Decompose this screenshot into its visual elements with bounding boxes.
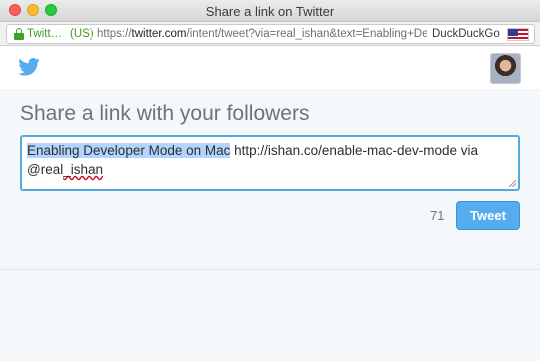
url-text[interactable]: https://twitter.com/intent/tweet?via=rea… — [97, 25, 427, 43]
selected-text: Enabling Developer Mode on Mac — [27, 143, 231, 158]
lock-icon — [14, 28, 24, 40]
share-panel: Share a link with your followers Enablin… — [0, 92, 540, 269]
url-field[interactable]: Twitt… (US) https://twitter.com/intent/t… — [6, 24, 535, 44]
twitter-header — [0, 46, 540, 91]
footer-area — [0, 269, 540, 361]
title-bar: Share a link on Twitter — [0, 0, 540, 22]
us-flag-icon[interactable] — [507, 28, 529, 41]
twitter-bird-icon[interactable] — [18, 58, 40, 76]
character-counter: 71 — [430, 208, 445, 223]
tweet-text-rest: http://ishan.co/enable-mac-dev-mode via — [230, 143, 479, 158]
tweet-button[interactable]: Tweet — [456, 201, 520, 230]
search-engine-label[interactable]: DuckDuckGo — [432, 25, 500, 43]
site-identity-label[interactable]: Twitt… — [27, 25, 62, 43]
browser-window: Share a link on Twitter Twitt… (US) http… — [0, 0, 540, 361]
user-avatar[interactable] — [490, 53, 521, 84]
misspelled-mention: _ishan — [63, 162, 104, 177]
resize-handle[interactable] — [509, 180, 516, 187]
page-title: Share a link with your followers — [20, 102, 310, 125]
window-title: Share a link on Twitter — [205, 4, 335, 19]
url-divider — [91, 28, 92, 40]
tweet-textarea[interactable]: Enabling Developer Mode on Mac http://is… — [20, 135, 520, 191]
mention-prefix: @real — [27, 162, 64, 177]
address-bar: Twitt… (US) https://twitter.com/intent/t… — [0, 22, 540, 46]
